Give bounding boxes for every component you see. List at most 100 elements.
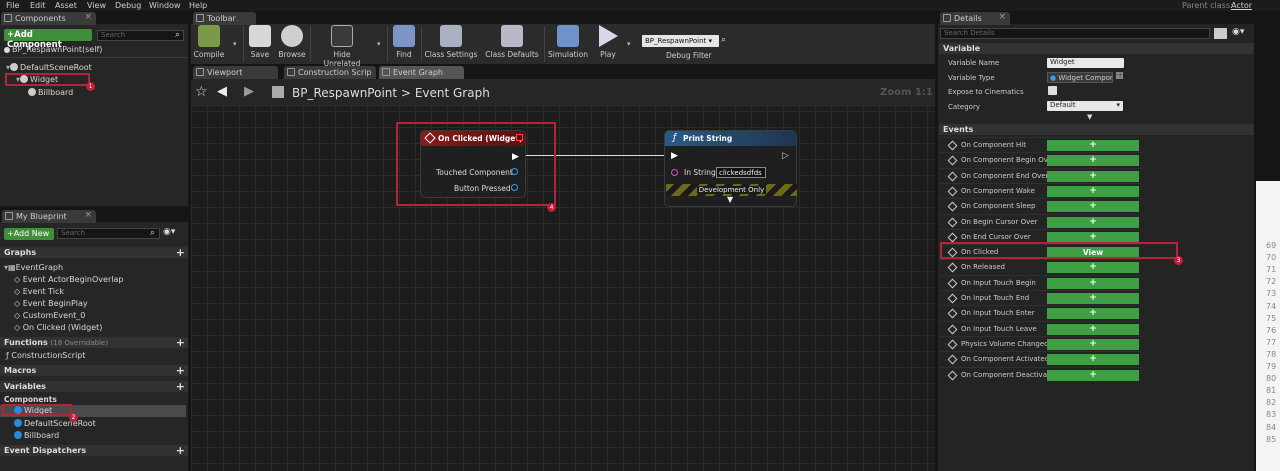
- find-button[interactable]: Find: [382, 25, 426, 59]
- chevron-down-icon[interactable]: ▾: [627, 40, 631, 48]
- breadcrumb-root[interactable]: BP_RespawnPoint: [292, 86, 397, 100]
- add-macro-icon[interactable]: +: [176, 364, 185, 377]
- add-variable-icon[interactable]: +: [176, 380, 185, 393]
- tree-item-defaultsceneroot[interactable]: ▾ DefaultSceneRoot: [6, 63, 92, 72]
- event-row: On Component Deactivate +: [939, 366, 1141, 382]
- string-pin-icon[interactable]: [671, 169, 678, 176]
- function-item-constructionscript[interactable]: ƒ ConstructionScript: [6, 351, 86, 360]
- add-function-icon[interactable]: +: [176, 336, 185, 349]
- event-item[interactable]: ◇ Event BeginPlay: [14, 299, 88, 308]
- back-arrow-icon[interactable]: ◀: [217, 84, 227, 99]
- expose-cinematics-label: Expose to Cinematics: [948, 88, 1024, 96]
- variable-item-billboard[interactable]: Billboard: [14, 431, 59, 440]
- exec-in-pin[interactable]: ▶: [671, 151, 678, 161]
- menu-debug[interactable]: Debug: [115, 1, 141, 10]
- function-node-printstring[interactable]: ƒ Print String ▶ ▷ In String clickedsdfd…: [664, 130, 797, 207]
- browse-button[interactable]: Browse: [270, 25, 314, 59]
- menu-window[interactable]: Window: [149, 1, 181, 10]
- eye-view-options-icon[interactable]: ◉▾: [1232, 27, 1244, 37]
- variable-type-select[interactable]: ● Widget Compor: [1047, 72, 1113, 83]
- event-icon: [947, 232, 958, 243]
- blueprint-search-input[interactable]: Search: [57, 228, 160, 239]
- add-event-button[interactable]: +: [1047, 293, 1139, 304]
- menu-file[interactable]: File: [6, 1, 19, 10]
- graph-canvas[interactable]: [191, 79, 935, 471]
- add-event-button[interactable]: +: [1047, 216, 1139, 228]
- compile-button[interactable]: Compile: [187, 25, 231, 59]
- event-item[interactable]: ◇ Event ActorBeginOverlap: [14, 275, 123, 284]
- add-event-button[interactable]: +: [1047, 323, 1139, 335]
- add-event-button[interactable]: +: [1047, 338, 1139, 350]
- eye-view-options-icon[interactable]: ◉▾: [163, 227, 175, 237]
- debug-object-select[interactable]: BP_RespawnPoint ▾: [642, 35, 719, 47]
- tab-viewport[interactable]: Viewport: [193, 66, 278, 79]
- list-view-icon[interactable]: [1214, 28, 1227, 39]
- menu-help[interactable]: Help: [189, 1, 207, 10]
- event-item[interactable]: ◇ Event Tick: [14, 287, 64, 296]
- add-event-button[interactable]: +: [1047, 262, 1139, 274]
- expand-advanced-icon[interactable]: ▼: [1087, 113, 1092, 121]
- event-item[interactable]: ◇ CustomEvent_0: [14, 311, 85, 320]
- add-event-button[interactable]: +: [1047, 140, 1139, 151]
- section-variable[interactable]: Variable: [939, 43, 1254, 54]
- container-type-icon[interactable]: ▦: [1115, 71, 1124, 81]
- event-graph-icon: [382, 68, 390, 76]
- section-graphs[interactable]: Graphs +: [0, 246, 188, 259]
- close-icon[interactable]: ×: [84, 210, 92, 220]
- add-event-button[interactable]: +: [1047, 155, 1139, 167]
- in-string-input[interactable]: clickedsdfds: [716, 167, 766, 178]
- add-event-button[interactable]: +: [1047, 354, 1139, 366]
- parent-class-link[interactable]: Actor: [1231, 1, 1252, 10]
- add-component-button[interactable]: +Add Component: [4, 29, 92, 50]
- section-variables[interactable]: Variables +: [0, 380, 188, 393]
- forward-arrow-icon[interactable]: ▶: [244, 84, 254, 99]
- section-functions[interactable]: Functions (18 Overridable) +: [0, 336, 188, 349]
- variable-name-input[interactable]: Widget: [1047, 58, 1124, 68]
- section-events[interactable]: Events: [939, 124, 1254, 135]
- add-event-button[interactable]: +: [1047, 201, 1139, 213]
- expose-cinematics-checkbox[interactable]: [1048, 86, 1057, 95]
- graph-item-eventgraph[interactable]: ▾▦EventGraph: [4, 263, 63, 272]
- play-button[interactable]: Play: [586, 25, 630, 59]
- line-number: 84: [1266, 422, 1277, 432]
- exec-out-pin[interactable]: ▷: [782, 151, 789, 161]
- add-new-button[interactable]: +Add New: [4, 228, 54, 240]
- components-category[interactable]: Components: [4, 395, 57, 404]
- close-icon[interactable]: ×: [998, 12, 1006, 22]
- event-item[interactable]: ◇ On Clicked (Widget): [14, 323, 102, 332]
- tab-event-graph[interactable]: Event Graph: [379, 66, 464, 79]
- add-event-button[interactable]: +: [1047, 308, 1139, 320]
- chevron-down-icon[interactable]: ▾: [377, 40, 381, 48]
- variable-item-defaultsceneroot[interactable]: DefaultSceneRoot: [14, 419, 96, 428]
- chevron-down-icon[interactable]: ▼: [727, 195, 733, 204]
- hide-unrelated-button[interactable]: Hide Unrelated: [314, 25, 370, 68]
- tab-components[interactable]: Components ×: [1, 12, 96, 25]
- tree-item-billboard[interactable]: Billboard: [28, 88, 73, 97]
- chevron-down-icon[interactable]: ▾: [233, 40, 237, 48]
- menu-view[interactable]: View: [87, 1, 106, 10]
- add-event-button[interactable]: +: [1047, 170, 1139, 182]
- close-icon[interactable]: ×: [84, 12, 92, 22]
- section-event-dispatchers[interactable]: Event Dispatchers +: [0, 444, 188, 457]
- tab-construction-script[interactable]: Construction Scrip: [284, 66, 376, 79]
- search-icon[interactable]: ⌕: [721, 35, 726, 45]
- component-search-input[interactable]: Search: [97, 30, 184, 41]
- add-event-button[interactable]: +: [1047, 369, 1139, 381]
- tab-details[interactable]: Details ×: [940, 12, 1010, 25]
- tab-my-blueprint[interactable]: My Blueprint ×: [2, 210, 96, 223]
- add-event-button[interactable]: +: [1047, 185, 1139, 197]
- add-dispatcher-icon[interactable]: +: [176, 444, 185, 457]
- class-settings-button[interactable]: Class Settings: [424, 25, 478, 59]
- add-graph-icon[interactable]: +: [176, 246, 185, 259]
- section-macros[interactable]: Macros +: [0, 364, 188, 377]
- menu-edit[interactable]: Edit: [30, 1, 46, 10]
- add-event-button[interactable]: +: [1047, 277, 1139, 289]
- component-self-item[interactable]: BP_RespawnPoint(self): [4, 45, 102, 54]
- tab-toolbar[interactable]: Toolbar: [193, 12, 256, 25]
- star-icon[interactable]: ☆: [195, 84, 208, 100]
- category-select[interactable]: Default ▾: [1047, 101, 1123, 111]
- simulation-button[interactable]: Simulation: [546, 25, 590, 59]
- menu-asset[interactable]: Asset: [55, 1, 77, 10]
- class-defaults-button[interactable]: Class Defaults: [484, 25, 540, 59]
- details-search-input[interactable]: Search Details: [940, 28, 1210, 39]
